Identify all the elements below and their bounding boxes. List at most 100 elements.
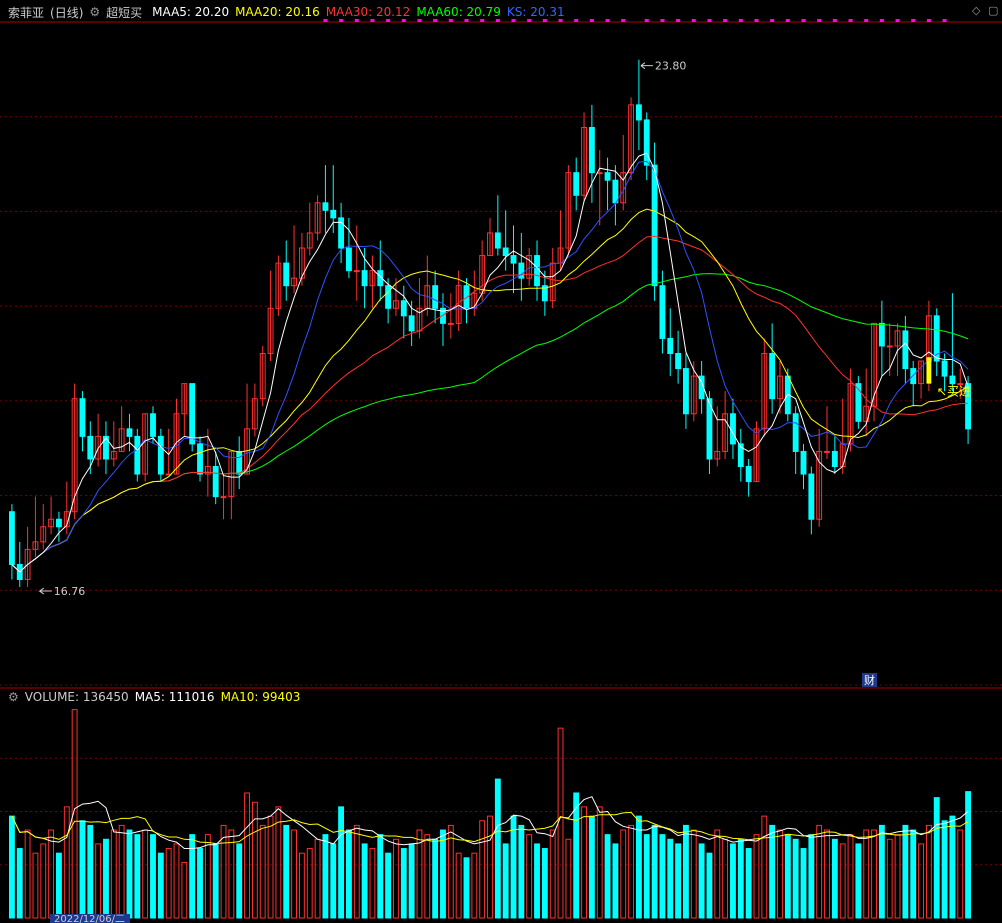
volume-bar[interactable] — [479, 820, 486, 919]
volume-bar[interactable] — [667, 838, 674, 919]
volume-bar[interactable] — [79, 820, 86, 919]
volume-bar[interactable] — [189, 834, 196, 919]
candle-body[interactable] — [283, 262, 290, 287]
volume-bar[interactable] — [518, 824, 525, 919]
volume-bar[interactable] — [283, 824, 290, 919]
volume-bar[interactable] — [541, 848, 548, 919]
volume-bar[interactable] — [447, 824, 454, 919]
volume-bar[interactable] — [267, 815, 274, 919]
volume-bar[interactable] — [620, 829, 627, 919]
candle-body[interactable] — [604, 172, 611, 181]
expand-icon[interactable]: ▢ — [988, 4, 998, 17]
volume-bar[interactable] — [142, 829, 149, 919]
volume-bar[interactable] — [126, 829, 133, 919]
volume-bar[interactable] — [949, 815, 956, 919]
volume-bar[interactable] — [48, 829, 55, 919]
buy-signal-marker[interactable] — [926, 357, 932, 384]
candle-body[interactable] — [886, 345, 893, 348]
volume-bar[interactable] — [330, 843, 337, 919]
volume-bar[interactable] — [228, 829, 235, 919]
volume-bar[interactable] — [745, 848, 752, 919]
volume-bar[interactable] — [63, 806, 70, 919]
candle-body[interactable] — [831, 450, 838, 468]
volume-bar[interactable] — [808, 834, 815, 919]
volume-bar[interactable] — [816, 824, 823, 919]
volume-bar[interactable] — [604, 834, 611, 919]
candle-body[interactable] — [197, 443, 203, 475]
volume-bar[interactable] — [424, 834, 431, 919]
candle-body[interactable] — [792, 413, 799, 452]
volume-bar[interactable] — [408, 843, 415, 919]
candle-body[interactable] — [730, 413, 736, 445]
volume-bar[interactable] — [40, 843, 47, 919]
candle-body[interactable] — [808, 473, 815, 520]
volume-bar[interactable] — [847, 834, 854, 919]
candle-body[interactable] — [400, 300, 407, 317]
volume-bar[interactable] — [588, 815, 595, 919]
candle-body[interactable] — [769, 353, 776, 400]
stock-chart[interactable]: 23.80 16.76 ↖买进财 2022/12/06/二 — [0, 0, 1002, 923]
candle-body[interactable] — [220, 496, 227, 499]
volume-bar[interactable] — [792, 838, 799, 919]
candle-body[interactable] — [408, 315, 415, 332]
volume-bar[interactable] — [103, 838, 109, 919]
volume-bar[interactable] — [236, 843, 243, 919]
volume-bar[interactable] — [87, 824, 94, 919]
candle-body[interactable] — [651, 164, 658, 287]
volume-bar[interactable] — [110, 829, 117, 919]
candle-body[interactable] — [8, 511, 15, 565]
indicator-name[interactable]: 超短买 — [106, 4, 142, 21]
volume-bar[interactable] — [212, 843, 219, 919]
candle-body[interactable] — [79, 398, 86, 437]
volume-bar[interactable] — [385, 852, 392, 919]
volume-bar[interactable] — [369, 848, 376, 919]
candle-body[interactable] — [345, 247, 352, 272]
period-label[interactable]: (日线) — [50, 4, 83, 21]
volume-bar[interactable] — [526, 834, 533, 919]
volume-bar[interactable] — [706, 852, 713, 919]
volume-bar[interactable] — [134, 834, 141, 919]
volume-bar[interactable] — [549, 829, 556, 919]
stock-name[interactable]: 索菲亚 — [8, 4, 44, 21]
volume-bar[interactable] — [487, 815, 493, 919]
volume-bar[interactable] — [839, 843, 846, 919]
volume-bar[interactable] — [871, 829, 877, 919]
candle-body[interactable] — [494, 232, 501, 249]
volume-bar[interactable] — [393, 838, 399, 919]
volume-bar[interactable] — [157, 852, 164, 919]
candle-body[interactable] — [878, 322, 885, 347]
candle-body[interactable] — [800, 450, 807, 475]
volume-bar[interactable] — [722, 838, 729, 919]
volume-bar[interactable] — [24, 829, 31, 919]
volume-bar[interactable] — [534, 843, 540, 919]
volume-bar[interactable] — [612, 843, 619, 919]
candle-body[interactable] — [212, 466, 219, 498]
volume-bar[interactable] — [886, 838, 893, 919]
candle-body[interactable] — [510, 255, 517, 264]
candle-body[interactable] — [126, 428, 133, 437]
volume-bar[interactable] — [675, 843, 682, 919]
volume-bar[interactable] — [643, 834, 650, 919]
volume-bar[interactable] — [291, 829, 297, 919]
candle-body[interactable] — [683, 368, 689, 415]
volume-bar[interactable] — [118, 824, 125, 919]
settings-gear-icon[interactable]: ⚙ — [89, 5, 100, 19]
candle-body[interactable] — [432, 285, 439, 309]
candle-body[interactable] — [134, 435, 141, 475]
volume-bar[interactable] — [918, 843, 924, 919]
volume-bar[interactable] — [16, 848, 23, 919]
volume-bar[interactable] — [494, 778, 501, 919]
volume-bar[interactable] — [925, 824, 932, 919]
candle-body[interactable] — [322, 202, 329, 211]
candle-body[interactable] — [675, 353, 682, 370]
volume-bar[interactable] — [894, 834, 901, 919]
candle-body[interactable] — [667, 337, 674, 355]
volume-bar[interactable] — [298, 852, 305, 919]
volume-bar[interactable] — [440, 829, 446, 919]
volume-bar[interactable] — [855, 843, 862, 919]
volume-bar[interactable] — [878, 824, 885, 919]
volume-bar[interactable] — [361, 843, 368, 919]
volume-bar[interactable] — [690, 829, 697, 919]
candle-body[interactable] — [910, 368, 917, 385]
volume-bar[interactable] — [777, 829, 783, 919]
